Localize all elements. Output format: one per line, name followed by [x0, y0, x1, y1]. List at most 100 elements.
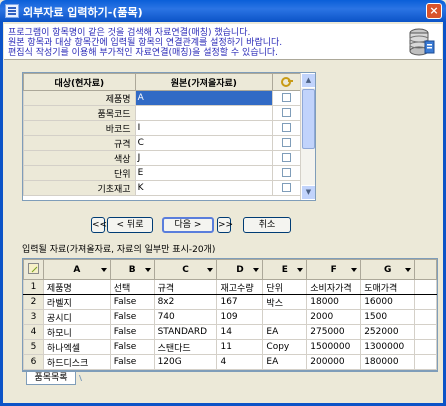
grid-cell[interactable]: 도매가격 — [360, 279, 416, 295]
table-row[interactable]: 4 하모니 False STANDARD 14 EA 275000 252000 — [23, 324, 437, 340]
grid-cell[interactable]: False — [109, 354, 155, 370]
mapping-row[interactable]: 단위 E — [23, 165, 301, 181]
grid-cell[interactable] — [414, 324, 437, 340]
source-field[interactable]: E — [134, 165, 274, 181]
grid-cell[interactable]: 167 — [216, 294, 264, 310]
column-header-source[interactable]: 원본(가져올자료) — [134, 73, 274, 91]
mapping-row[interactable]: 품목코드 — [23, 105, 301, 121]
source-field[interactable]: J — [134, 150, 274, 166]
row-number: 3 — [23, 309, 44, 325]
table-row[interactable]: 1 제품명 선택 규격 재고수량 단위 소비자가격 도매가격 — [23, 279, 437, 295]
grid-cell[interactable]: 120G — [153, 354, 218, 370]
grid-cell[interactable]: 109 — [216, 309, 264, 325]
grid-cell[interactable] — [414, 294, 437, 310]
mapping-row[interactable]: 기초재고 K — [23, 180, 301, 196]
grid-cell[interactable]: EA — [262, 354, 308, 370]
key-checkbox[interactable] — [282, 138, 292, 147]
grid-cell[interactable]: 선택 — [109, 279, 155, 295]
grid-corner[interactable] — [23, 259, 44, 280]
grid-cell[interactable]: 하드디스크 — [42, 354, 111, 370]
grid-cell[interactable]: 공시디 — [42, 309, 111, 325]
grid-cell[interactable]: 252000 — [360, 324, 416, 340]
grid-column-header[interactable]: E — [262, 259, 308, 280]
grid-cell[interactable]: 라벨지 — [42, 294, 111, 310]
scroll-down-icon[interactable]: ▼ — [301, 185, 315, 200]
mapping-row[interactable]: 제품명 A — [23, 90, 301, 106]
grid-column-header[interactable]: G — [360, 259, 416, 280]
grid-column-header[interactable]: F — [306, 259, 362, 280]
grid-cell[interactable]: 740 — [153, 309, 218, 325]
key-checkbox[interactable] — [282, 123, 292, 132]
grid-cell[interactable]: 규격 — [153, 279, 218, 295]
table-row[interactable]: 3 공시디 False 740 109 2000 1500 — [23, 309, 437, 325]
grid-cell[interactable]: 재고수량 — [216, 279, 264, 295]
grid-column-header[interactable]: D — [216, 259, 264, 280]
grid-cell[interactable]: False — [109, 294, 155, 310]
grid-cell[interactable]: 단위 — [262, 279, 308, 295]
scroll-thumb[interactable] — [302, 89, 315, 149]
target-field: 단위 — [23, 165, 136, 181]
row-number: 1 — [23, 279, 44, 295]
mapping-row[interactable]: 색상 J — [23, 150, 301, 166]
grid-cell[interactable]: 하나엑셀 — [42, 339, 111, 355]
grid-cell[interactable]: 14 — [216, 324, 264, 340]
grid-cell[interactable]: EA — [262, 324, 308, 340]
close-button[interactable]: × — [426, 3, 442, 19]
scroll-up-icon[interactable]: ▲ — [301, 73, 315, 88]
grid-cell[interactable]: False — [109, 339, 155, 355]
table-row[interactable]: 2 라벨지 False 8x2 167 박스 18000 16000 — [23, 294, 437, 310]
grid-cell[interactable]: Copy — [262, 339, 308, 355]
table-row[interactable]: 5 하나엑셀 False 스탠다드 11 Copy 1500000 130000… — [23, 339, 437, 355]
grid-cell[interactable]: 스탠다드 — [153, 339, 218, 355]
grid-cell[interactable]: 2000 — [306, 309, 362, 325]
key-checkbox[interactable] — [282, 108, 292, 117]
grid-cell[interactable] — [262, 309, 308, 325]
grid-cell[interactable]: 박스 — [262, 294, 308, 310]
source-field[interactable]: K — [134, 180, 274, 196]
source-field[interactable]: I — [134, 120, 274, 136]
grid-column-header[interactable]: A — [42, 259, 111, 280]
column-header-target[interactable]: 대상(현자료) — [23, 73, 136, 91]
grid-cell[interactable] — [414, 354, 437, 370]
tab-item-list[interactable]: 품목목록 — [26, 372, 76, 385]
grid-cell[interactable]: 180000 — [360, 354, 416, 370]
grid-cell[interactable]: 소비자가격 — [306, 279, 362, 295]
mapping-row[interactable]: 규격 C — [23, 135, 301, 151]
table-row[interactable]: 6 하드디스크 False 120G 4 EA 200000 180000 — [23, 354, 437, 370]
grid-cell[interactable]: 1500 — [360, 309, 416, 325]
cancel-button[interactable]: 취소 — [243, 217, 291, 233]
grid-column-header[interactable]: B — [109, 259, 155, 280]
grid-cell[interactable]: 제품명 — [42, 279, 111, 295]
grid-cell[interactable]: 4 — [216, 354, 264, 370]
key-checkbox[interactable] — [282, 168, 292, 177]
source-field[interactable]: A — [134, 90, 274, 106]
grid-cell[interactable]: 1500000 — [306, 339, 362, 355]
grid-cell[interactable] — [414, 279, 437, 295]
grid-cell[interactable] — [414, 339, 437, 355]
grid-cell[interactable]: 1300000 — [360, 339, 416, 355]
source-field[interactable]: C — [134, 135, 274, 151]
grid-cell[interactable]: 하모니 — [42, 324, 111, 340]
last-button[interactable]: >> — [217, 217, 233, 233]
grid-cell[interactable]: 11 — [216, 339, 264, 355]
grid-cell[interactable]: False — [109, 324, 155, 340]
back-button[interactable]: < 뒤로 — [107, 217, 153, 233]
key-checkbox[interactable] — [282, 93, 292, 102]
mapping-row[interactable]: 바코드 I — [23, 120, 301, 136]
grid-cell[interactable]: 16000 — [360, 294, 416, 310]
vertical-scrollbar[interactable]: ▲ ▼ — [300, 73, 315, 200]
column-header-key[interactable] — [272, 73, 301, 91]
grid-cell[interactable]: 200000 — [306, 354, 362, 370]
grid-cell[interactable]: False — [109, 309, 155, 325]
grid-column-header[interactable]: C — [153, 259, 218, 280]
grid-cell[interactable]: 275000 — [306, 324, 362, 340]
grid-cell[interactable]: 8x2 — [153, 294, 218, 310]
grid-cell[interactable]: 18000 — [306, 294, 362, 310]
source-field[interactable] — [134, 105, 274, 121]
grid-cell[interactable]: STANDARD — [153, 324, 218, 340]
grid-cell[interactable] — [414, 309, 437, 325]
key-checkbox[interactable] — [282, 153, 292, 162]
first-button[interactable]: << — [91, 217, 107, 233]
next-button[interactable]: 다음 > — [162, 217, 214, 233]
key-checkbox[interactable] — [282, 183, 292, 192]
